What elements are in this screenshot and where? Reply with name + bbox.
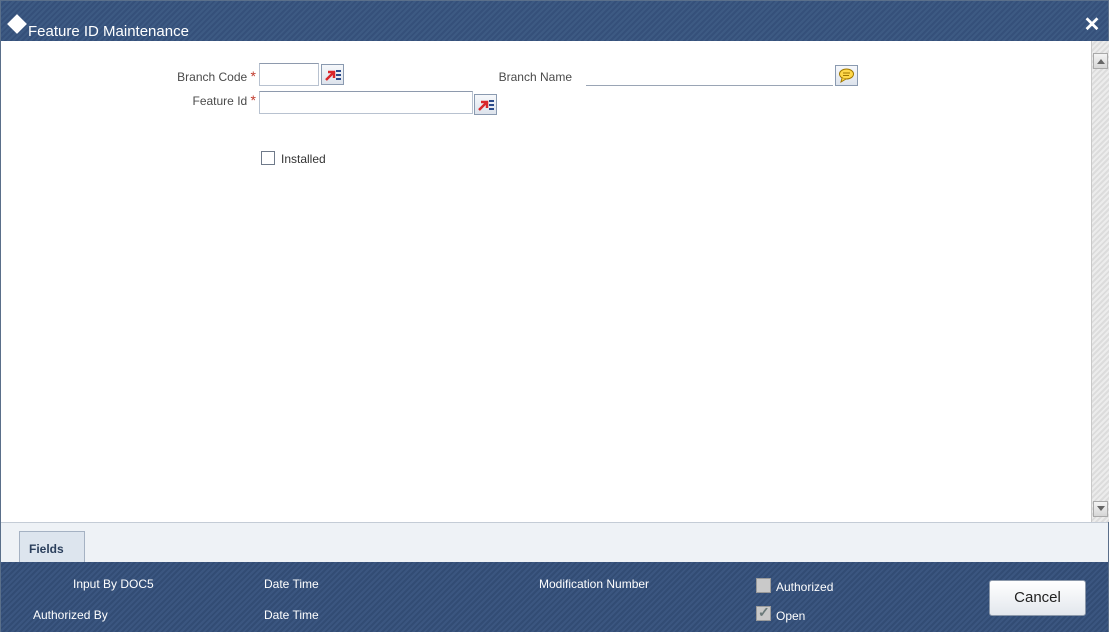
branch-code-label-text: Branch Code xyxy=(177,70,248,84)
list-of-values-icon xyxy=(325,70,341,81)
branch-code-input[interactable] xyxy=(259,63,319,86)
installed-label: Installed xyxy=(281,152,326,166)
installed-checkbox[interactable] xyxy=(261,151,275,165)
audit-footer: Input By DOC5 Authorized By Date Time Da… xyxy=(1,562,1108,632)
branch-code-label: Branch Code * xyxy=(141,68,256,84)
date-time-label: Date Time xyxy=(264,608,319,622)
window-title: Feature ID Maintenance xyxy=(28,23,189,40)
required-marker: * xyxy=(250,68,256,84)
feature-id-label: Feature Id * xyxy=(141,92,257,108)
feature-id-label-text: Feature Id xyxy=(192,94,248,108)
authorized-label: Authorized xyxy=(776,580,834,594)
arrow-down-icon xyxy=(1097,506,1105,511)
comment-icon xyxy=(839,68,854,84)
scroll-down-button[interactable] xyxy=(1093,501,1108,517)
arrow-up-icon xyxy=(1097,59,1105,64)
branch-name-comment-button[interactable] xyxy=(835,65,858,86)
authorized-checkbox xyxy=(756,578,771,593)
required-marker: * xyxy=(250,92,256,108)
branch-code-lov-button[interactable] xyxy=(321,64,344,85)
authorized-by-text: Authorized By xyxy=(33,608,108,622)
branch-name-field[interactable] xyxy=(586,65,833,86)
tab-bar: Fields xyxy=(1,522,1108,562)
title-bar: Feature ID Maintenance ✕ xyxy=(1,1,1108,41)
branch-name-label: Branch Name xyxy=(498,70,572,84)
tab-fields[interactable]: Fields xyxy=(19,531,85,562)
modification-number-label: Modification Number xyxy=(539,577,650,591)
feature-id-input[interactable] xyxy=(259,91,473,114)
open-checkbox xyxy=(756,604,771,621)
list-of-values-icon xyxy=(478,100,494,111)
input-by-text: Input By DOC5 xyxy=(73,577,154,591)
cancel-button[interactable]: Cancel xyxy=(989,580,1086,616)
diamond-icon xyxy=(7,14,27,34)
close-icon[interactable]: ✕ xyxy=(1082,15,1102,35)
date-time-label: Date Time xyxy=(264,577,319,591)
open-label: Open xyxy=(776,609,806,623)
vertical-scrollbar[interactable] xyxy=(1091,41,1109,522)
form-area: Branch Code * Branch Name Feature Id * I… xyxy=(1,41,1091,522)
feature-id-maintenance-window: Feature ID Maintenance ✕ Branch Code * B… xyxy=(0,0,1109,632)
scroll-up-button[interactable] xyxy=(1093,53,1108,69)
feature-id-lov-button[interactable] xyxy=(474,94,497,115)
